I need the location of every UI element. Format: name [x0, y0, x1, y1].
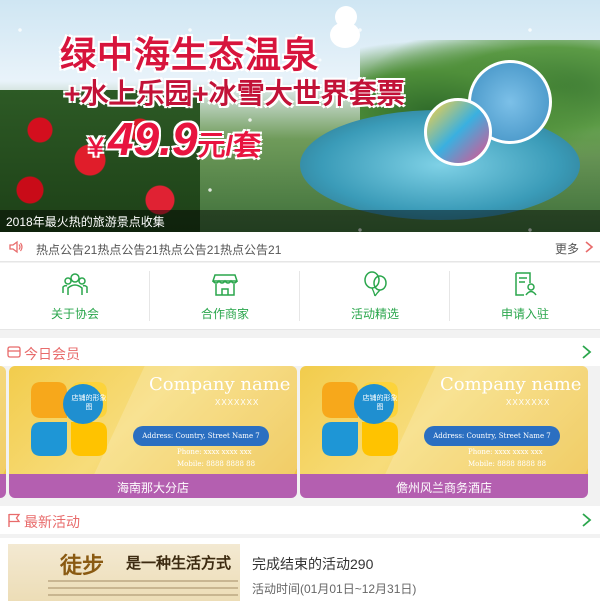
store-logo-icon — [31, 382, 107, 456]
members-section-title: 今日会员 — [24, 346, 80, 362]
chevron-right-icon[interactable] — [583, 240, 595, 254]
thumb-slogan: 是一种生活方式 — [126, 555, 232, 572]
people-icon — [62, 273, 88, 295]
company-phone: Phone: xxxx xxxx xxx — [177, 448, 252, 456]
notice-bar[interactable]: 热点公告21热点公告21热点公告21热点公告21 更多 — [0, 232, 600, 262]
nav-about-association[interactable]: 关于协会 — [0, 263, 150, 330]
company-address: Address: Country, Street Name 7 — [424, 426, 560, 446]
member-card-peek[interactable] — [0, 366, 6, 498]
notice-more-link[interactable]: 更多 — [555, 240, 579, 257]
flag-icon — [8, 513, 21, 527]
apply-document-icon — [515, 272, 537, 296]
activity-thumbnail: 徒步 是一种生活方式 — [8, 544, 240, 601]
member-name-bar: 儋州风兰商务酒店 — [300, 474, 588, 498]
company-address: Address: Country, Street Name 7 — [133, 426, 269, 446]
banner-caption-bar: 2018年最火热的旅游景点收集 — [0, 210, 600, 232]
store-logo-icon — [322, 382, 398, 456]
nav-partner-merchants-label: 合作商家 — [200, 307, 249, 321]
promo-banner[interactable]: 绿中海生态温泉 +水上乐园+冰雪大世界套票 ￥49.9元/套 2018年最火热的… — [0, 0, 600, 232]
nav-featured-activities[interactable]: 活动精选 — [300, 263, 450, 330]
store-icon — [212, 274, 238, 296]
banner-subtitle: +水上乐园+冰雪大世界套票 — [64, 78, 405, 109]
speaker-icon — [9, 240, 23, 254]
balloon-icon — [364, 271, 387, 297]
nav-partner-merchants[interactable]: 合作商家 — [150, 263, 300, 330]
member-name-bar: 海南那大分店 — [9, 474, 297, 498]
activity-section-header[interactable]: 最新活动 — [0, 506, 600, 534]
activity-title[interactable]: 完成结束的活动290 — [252, 554, 373, 574]
member-name: 海南那大分店 — [116, 481, 189, 495]
company-mobile: Mobile: 8888 8888 88 — [177, 460, 256, 468]
company-sub: XXXXXXX — [506, 398, 551, 407]
quick-nav: 关于协会 合作商家 活动精选 申请入驻 — [0, 263, 600, 330]
snowman-icon — [330, 6, 360, 48]
activity-time: 活动时间(01月01日~12月31日) — [252, 582, 417, 596]
nav-featured-activities-label: 活动精选 — [350, 307, 399, 321]
member-name: 儋州风兰商务酒店 — [395, 481, 492, 495]
activity-list-item[interactable]: 徒步 是一种生活方式 完成结束的活动290 活动时间(01月01日~12月31日… — [0, 538, 600, 601]
member-card[interactable]: 店铺的形象图 Company name XXXXXXX Address: Cou… — [9, 366, 297, 498]
member-card[interactable]: 店铺的形象图 Company name XXXXXXX Address: Cou… — [300, 366, 588, 498]
water-slide-photo — [424, 98, 492, 166]
member-card-icon — [7, 346, 21, 358]
members-carousel[interactable]: 店铺的形象图 Company name XXXXXXX Address: Cou… — [0, 366, 600, 500]
nav-apply-join[interactable]: 申请入驻 — [450, 263, 600, 330]
nav-about-association-label: 关于协会 — [50, 307, 99, 321]
price-unit: 元/套 — [197, 130, 262, 161]
company-mobile: Mobile: 8888 8888 88 — [468, 460, 547, 468]
price-currency: ￥ — [84, 134, 108, 161]
thumb-headline: 徒步 — [60, 553, 105, 579]
activity-section-title: 最新活动 — [24, 514, 80, 530]
chevron-right-icon[interactable] — [580, 345, 592, 359]
price-value: 49.9 — [108, 113, 198, 165]
company-name: Company name — [149, 374, 291, 395]
chevron-right-icon[interactable] — [580, 513, 592, 527]
company-sub: XXXXXXX — [215, 398, 260, 407]
members-section-header[interactable]: 今日会员 — [0, 338, 600, 366]
company-phone: Phone: xxxx xxxx xxx — [468, 448, 543, 456]
banner-title: 绿中海生态温泉 — [60, 34, 320, 76]
banner-caption: 2018年最火热的旅游景点收集 — [6, 215, 165, 229]
notice-text[interactable]: 热点公告21热点公告21热点公告21热点公告21 — [36, 241, 281, 258]
nav-apply-join-label: 申请入驻 — [500, 307, 549, 321]
company-name: Company name — [440, 374, 582, 395]
logo-text: 店铺的形象图 — [362, 395, 398, 411]
banner-price: ￥49.9元/套 — [84, 112, 261, 166]
logo-text: 店铺的形象图 — [71, 395, 107, 411]
